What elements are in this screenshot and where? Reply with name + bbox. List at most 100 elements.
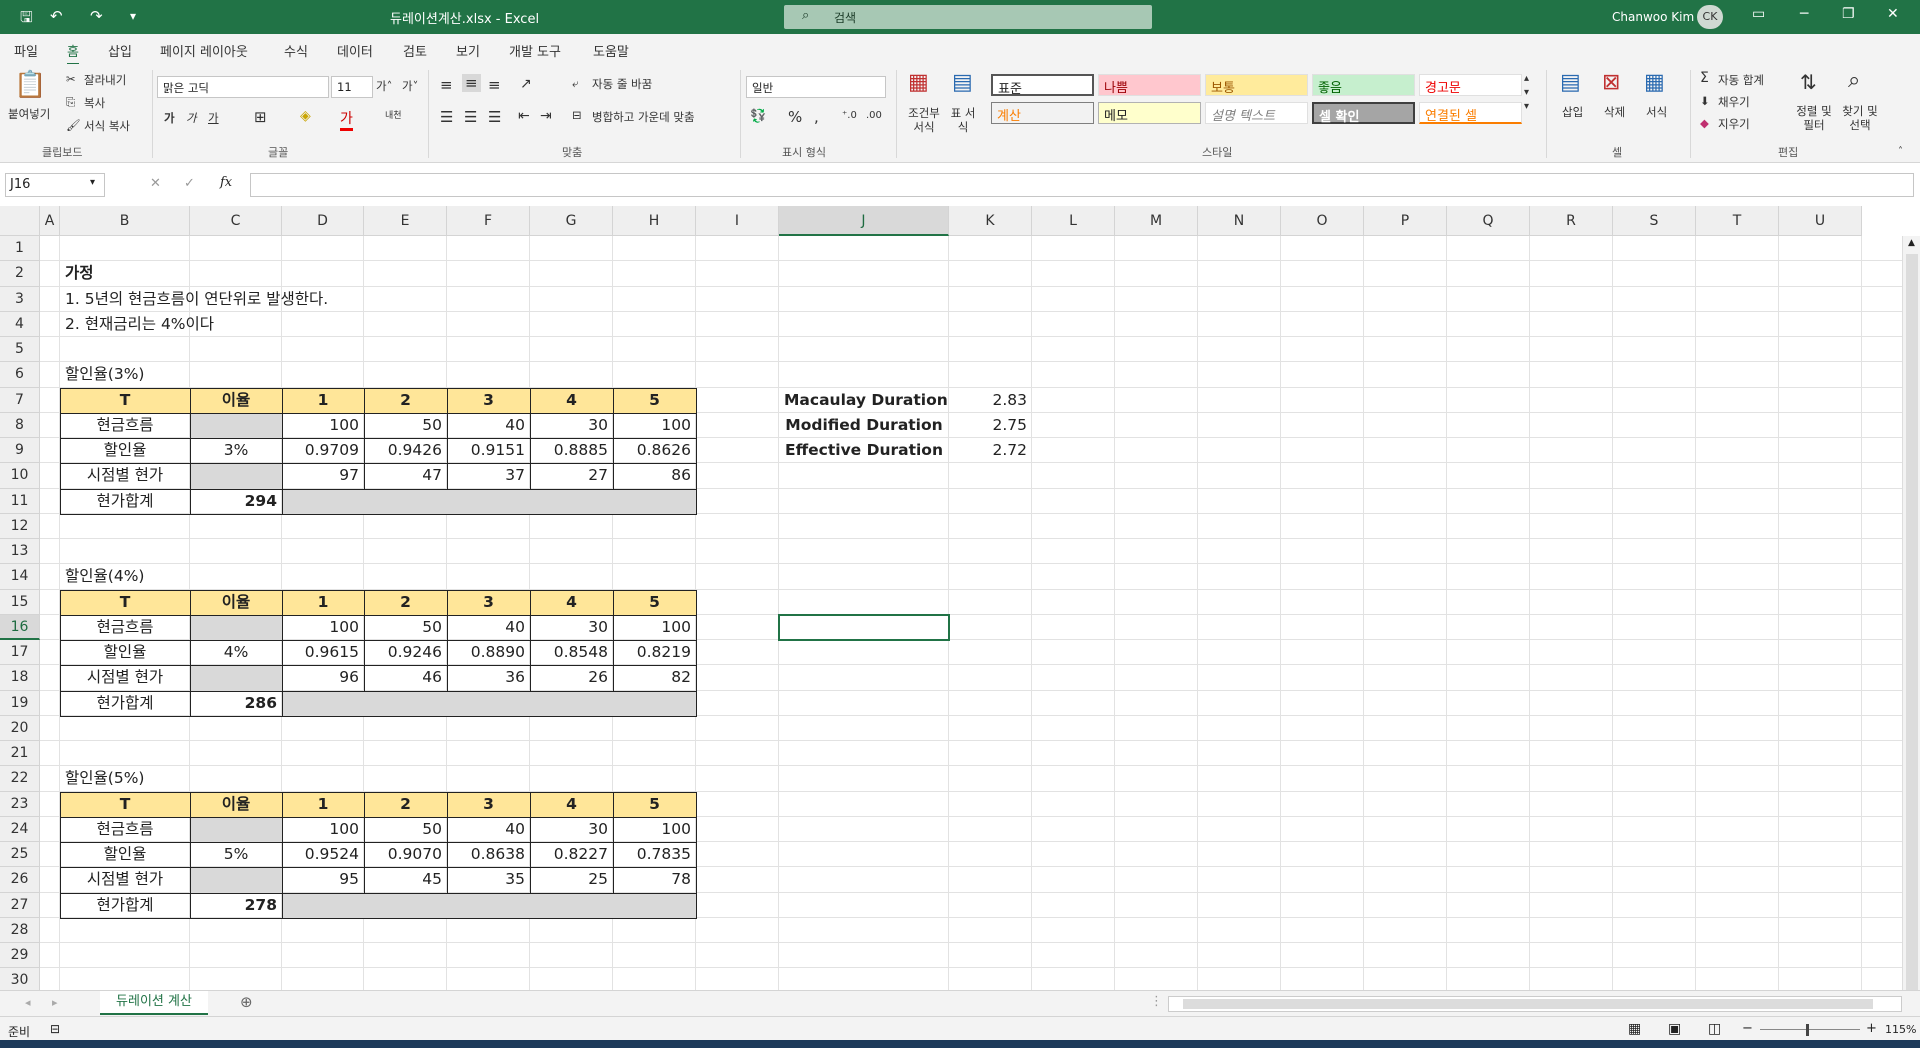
row-label[interactable]: 현금흐름	[60, 413, 190, 438]
style-good[interactable]: 좋음	[1312, 74, 1415, 96]
format-cells-icon[interactable]: ▦	[1644, 70, 1665, 95]
column-header-f[interactable]: F	[447, 206, 530, 236]
align-middle-icon[interactable]: ≡	[462, 74, 481, 92]
prev-sheet-icon[interactable]: ◂	[25, 996, 31, 1009]
autosum-icon[interactable]: Σ	[1700, 70, 1709, 86]
value-cell[interactable]: 30	[530, 817, 613, 842]
value-cell[interactable]: 25	[530, 867, 613, 892]
total-label[interactable]: 현가합계	[60, 893, 190, 918]
row-header-12[interactable]: 12	[0, 513, 40, 539]
increase-decimal-icon[interactable]: ⁺.0	[842, 110, 857, 121]
table-header-cell[interactable]: T	[60, 388, 190, 413]
format-painter-button[interactable]: 서식 복사	[84, 118, 130, 134]
find-select-button[interactable]: 찾기 및 선택	[1840, 104, 1880, 132]
column-header-a[interactable]: A	[40, 206, 60, 236]
merge-center-icon[interactable]: ⊟	[572, 108, 582, 122]
sort-filter-icon[interactable]: ⇅	[1800, 70, 1817, 94]
horizontal-scrollbar[interactable]	[1168, 996, 1902, 1012]
fill-icon[interactable]: ⬇	[1700, 94, 1710, 108]
notes-title[interactable]: 가정	[60, 261, 364, 286]
value-cell[interactable]: 0.9615	[282, 640, 364, 665]
table-label[interactable]: 할인율(3%)	[60, 362, 282, 387]
save-icon[interactable]: 🖫	[20, 7, 33, 32]
value-cell[interactable]: 26	[530, 665, 613, 690]
number-format-select[interactable]: 일반	[746, 76, 886, 98]
row-header-17[interactable]: 17	[0, 640, 40, 666]
avatar[interactable]: CK	[1697, 5, 1723, 29]
value-cell[interactable]: 0.9246	[364, 640, 447, 665]
format-painter-icon[interactable]: 🖌	[66, 118, 81, 132]
value-cell[interactable]: 0.9070	[364, 842, 447, 867]
value-cell[interactable]: 100	[613, 413, 696, 438]
table-label[interactable]: 할인율(5%)	[60, 766, 282, 791]
borders-icon[interactable]: ⊞	[254, 108, 267, 126]
column-header-h[interactable]: H	[613, 206, 696, 236]
grow-font-icon[interactable]: 가˄	[376, 78, 392, 94]
add-sheet-icon[interactable]: ⊕	[240, 993, 253, 1011]
row-header-24[interactable]: 24	[0, 816, 40, 842]
table-label[interactable]: 할인율(4%)	[60, 564, 282, 589]
row-header-4[interactable]: 4	[0, 311, 40, 337]
row-header-19[interactable]: 19	[0, 690, 40, 716]
tab-data[interactable]: 데이터	[337, 41, 373, 60]
table-header-cell[interactable]: T	[60, 792, 190, 817]
row-label[interactable]: 현금흐름	[60, 615, 190, 640]
paste-button[interactable]: 붙여넣기	[8, 106, 50, 122]
find-select-icon[interactable]: ⌕	[1848, 68, 1860, 93]
table-header-cell[interactable]: 1	[282, 388, 364, 413]
vertical-scrollbar[interactable]: ▲	[1902, 236, 1920, 990]
h-scroll-thumb[interactable]	[1183, 999, 1873, 1009]
total-label[interactable]: 현가합계	[60, 489, 190, 514]
value-cell[interactable]: 96	[282, 665, 364, 690]
column-header-s[interactable]: S	[1613, 206, 1696, 236]
cut-button[interactable]: 잘라내기	[84, 72, 126, 88]
value-cell[interactable]: 0.8638	[447, 842, 530, 867]
tab-developer[interactable]: 개발 도구	[509, 41, 561, 60]
table-header-cell[interactable]: 5	[613, 792, 696, 817]
value-cell[interactable]: 100	[613, 615, 696, 640]
value-cell[interactable]: 27	[530, 463, 613, 488]
value-cell[interactable]: 40	[447, 615, 530, 640]
table-header-cell[interactable]: 5	[613, 590, 696, 615]
user-name[interactable]: Chanwoo Kim	[1612, 10, 1694, 24]
enter-icon[interactable]: ✓	[184, 176, 195, 191]
column-header-d[interactable]: D	[282, 206, 364, 236]
zoom-out-icon[interactable]: −	[1742, 1021, 1753, 1036]
row-header-29[interactable]: 29	[0, 943, 40, 969]
format-cells-button[interactable]: 서식	[1646, 104, 1667, 120]
rate-cell[interactable]: 3%	[190, 438, 282, 463]
accessibility-icon[interactable]: ⊟	[50, 1022, 60, 1036]
fill-button[interactable]: 채우기	[1718, 94, 1750, 110]
value-cell[interactable]: 100	[282, 615, 364, 640]
italic-icon[interactable]: 가	[186, 110, 197, 126]
row-header-13[interactable]: 13	[0, 539, 40, 565]
zoom-slider[interactable]	[1760, 1029, 1860, 1030]
row-header-25[interactable]: 25	[0, 842, 40, 868]
tab-review[interactable]: 검토	[403, 41, 427, 60]
clear-icon[interactable]: ◆	[1700, 116, 1709, 130]
value-cell[interactable]: 78	[613, 867, 696, 892]
conditional-format-button[interactable]: 조건부 서식	[904, 106, 944, 134]
format-as-table-icon[interactable]: ▤	[952, 70, 973, 95]
column-header-j[interactable]: J	[779, 206, 949, 236]
row-header-6[interactable]: 6	[0, 362, 40, 388]
collapse-ribbon-icon[interactable]: ˄	[1898, 146, 1903, 157]
bold-icon[interactable]: 가	[164, 110, 175, 126]
shrink-font-icon[interactable]: 가˅	[402, 78, 418, 94]
row-header-30[interactable]: 30	[0, 968, 40, 990]
style-normal[interactable]: 표준	[991, 74, 1094, 97]
table-header-cell[interactable]: 이율	[190, 792, 282, 817]
table-header-cell[interactable]: 1	[282, 792, 364, 817]
copy-button[interactable]: 복사	[84, 95, 105, 111]
undo-icon[interactable]: ↶	[50, 7, 63, 25]
autosum-button[interactable]: 자동 합계	[1718, 72, 1764, 88]
wrap-text-button[interactable]: 자동 줄 바꿈	[592, 76, 652, 92]
row-header-27[interactable]: 27	[0, 892, 40, 918]
style-linked-cell[interactable]: 연결된 셀	[1419, 102, 1522, 124]
value-cell[interactable]: 50	[364, 817, 447, 842]
value-cell[interactable]: 0.9524	[282, 842, 364, 867]
value-cell[interactable]: 47	[364, 463, 447, 488]
scroll-thumb[interactable]	[1906, 254, 1918, 990]
style-calculation[interactable]: 계산	[991, 102, 1094, 124]
duration-label[interactable]: Macaulay Duration	[779, 388, 949, 413]
